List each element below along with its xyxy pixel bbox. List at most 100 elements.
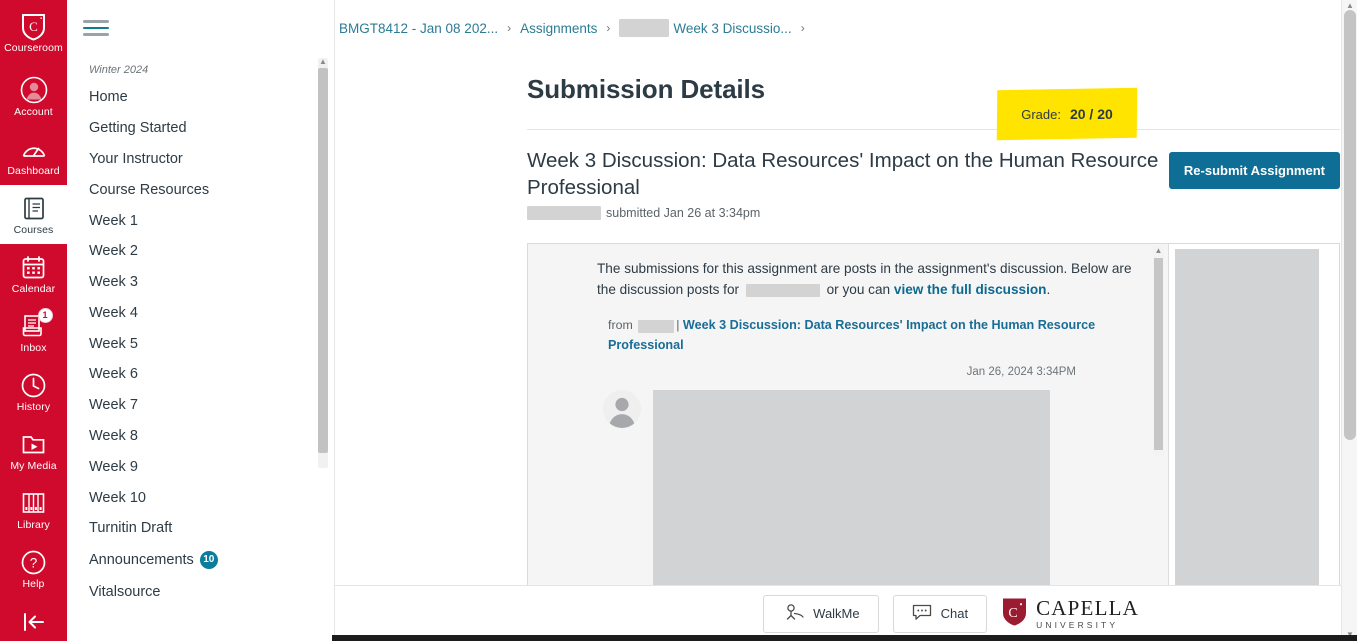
breadcrumb-item-assignment[interactable]: Week 3 Discussio... [673, 21, 791, 36]
course-nav-label: Vitalsource [89, 583, 161, 600]
breadcrumb-separator-icon: › [800, 21, 805, 35]
discussion-post-title-link[interactable]: Week 3 Discussion: Data Resources' Impac… [608, 318, 1095, 351]
redacted-block [527, 206, 601, 221]
submission-preview-frame: The submissions for this assignment are … [527, 243, 1340, 589]
global-nav-label: Help [22, 578, 45, 590]
walkme-button[interactable]: WalkMe [763, 594, 879, 633]
course-nav-item-week-1[interactable]: Week 1 [81, 205, 310, 236]
global-nav-item-my-media[interactable]: My Media [0, 421, 67, 480]
global-nav-item-inbox[interactable]: 1 Inbox [0, 303, 67, 362]
intro-end: . [1046, 282, 1051, 298]
browser-scrollbar-thumb[interactable] [1344, 10, 1356, 440]
breadcrumb-separator-icon: › [507, 21, 512, 35]
scroll-up-arrow-icon[interactable]: ▲ [318, 57, 328, 66]
global-nav-item-history[interactable]: History [0, 362, 67, 421]
course-nav-item-week-3[interactable]: Week 3 [81, 267, 310, 298]
divider [527, 129, 1340, 130]
course-nav-label: Week 3 [89, 274, 138, 291]
global-nav-item-library[interactable]: Library [0, 480, 67, 539]
course-nav-scrollbar[interactable]: ▲ [318, 57, 328, 468]
collapse-nav-icon[interactable] [0, 611, 67, 633]
course-nav-label: Week 5 [89, 335, 138, 352]
global-nav-label: Dashboard [7, 165, 60, 177]
resubmit-assignment-button[interactable]: Re-submit Assignment [1168, 152, 1340, 189]
course-nav-label: Turnitin Draft [89, 520, 173, 537]
global-nav-item-courseroom[interactable]: C Courseroom [0, 0, 67, 62]
course-nav-label: Week 2 [89, 243, 138, 260]
breadcrumb-item-course[interactable]: BMGT8412 - Jan 08 202... [339, 21, 498, 36]
global-nav-item-help[interactable]: ? Help [0, 539, 67, 598]
course-nav-item-course-resources[interactable]: Course Resources [81, 174, 310, 205]
discussion-panel: The submissions for this assignment are … [528, 244, 1169, 588]
course-nav-item-week-5[interactable]: Week 5 [81, 328, 310, 359]
course-nav-label: Week 6 [89, 366, 138, 383]
breadcrumb: BMGT8412 - Jan 08 202... › Assignments ›… [335, 0, 1357, 56]
clock-icon [20, 371, 48, 399]
scrollbar-thumb[interactable] [318, 68, 328, 453]
calendar-icon [20, 253, 48, 281]
submission-details-content: Submission Details Grade: 20 / 20 Week 3… [335, 56, 1357, 641]
course-nav-item-vitalsource[interactable]: Vitalsource [81, 577, 310, 608]
global-nav-label: Courseroom [4, 42, 63, 54]
global-nav-label: History [16, 401, 51, 413]
page-footer: WalkMe Chat C CAPELLA UNIVERSITY [335, 585, 1357, 641]
library-books-icon [20, 489, 48, 517]
svg-text:C: C [1008, 606, 1017, 621]
global-nav-item-courses[interactable]: Courses [0, 185, 67, 244]
scrollbar-thumb[interactable] [1154, 258, 1163, 451]
course-nav-item-week-8[interactable]: Week 8 [81, 421, 310, 452]
main-content: BMGT8412 - Jan 08 202... › Assignments ›… [335, 0, 1357, 641]
course-nav-item-week-6[interactable]: Week 6 [81, 359, 310, 390]
speedometer-icon [20, 135, 48, 163]
discussion-scrollbar[interactable]: ▲ [1153, 246, 1164, 457]
course-nav-item-week-10[interactable]: Week 10 [81, 482, 310, 513]
submission-intro: The submissions for this assignment are … [597, 258, 1132, 300]
announcements-count-badge: 10 [199, 551, 218, 570]
scroll-up-arrow-icon[interactable]: ▲ [1153, 246, 1164, 256]
redacted-block [619, 19, 670, 37]
assignment-title: Week 3 Discussion: Data Resources' Impac… [527, 149, 1159, 199]
global-nav-item-account[interactable]: Account [0, 62, 67, 126]
course-nav-label: Course Resources [89, 181, 210, 198]
browser-scrollbar[interactable]: ▲ ▼ [1341, 0, 1357, 641]
global-nav-label: Library [17, 519, 50, 531]
page-title: Submission Details [527, 74, 766, 104]
redacted-post-content [653, 389, 1050, 588]
grade-label: Grade: [1021, 106, 1061, 122]
course-nav-item-week-2[interactable]: Week 2 [81, 236, 310, 267]
breadcrumb-item-assignments[interactable]: Assignments [520, 21, 597, 36]
course-nav-label: Week 1 [89, 212, 138, 229]
question-circle-icon: ? [20, 548, 48, 576]
course-nav-label: Week 4 [89, 304, 138, 321]
chat-label: Chat [940, 606, 969, 621]
chat-bubble-icon [912, 604, 932, 624]
global-nav-item-dashboard[interactable]: Dashboard [0, 126, 67, 185]
course-nav-item-home[interactable]: Home [81, 82, 310, 113]
course-nav-item-announcements[interactable]: Announcements 10 [81, 544, 310, 577]
submitted-info: submitted Jan 26 at 3:34pm [527, 206, 1169, 221]
course-nav-topbar [67, 0, 334, 56]
course-nav-label: Week 9 [89, 458, 138, 475]
course-navigation: Winter 2024 Home Getting Started Your In… [67, 56, 334, 641]
view-full-discussion-link[interactable]: view the full discussion [894, 282, 1047, 297]
chat-button[interactable]: Chat [892, 594, 988, 633]
course-nav-item-week-4[interactable]: Week 4 [81, 297, 310, 328]
svg-text:C: C [29, 19, 38, 34]
course-nav-item-week-9[interactable]: Week 9 [81, 451, 310, 482]
course-nav-item-week-7[interactable]: Week 7 [81, 390, 310, 421]
side-panel [1169, 244, 1339, 588]
course-nav-item-turnitin-draft[interactable]: Turnitin Draft [81, 513, 310, 544]
redacted-side-content [1175, 249, 1319, 588]
course-nav-item-your-instructor[interactable]: Your Instructor [81, 144, 310, 175]
inbox-unread-badge: 1 [37, 308, 53, 323]
term-label: Winter 2024 [89, 64, 149, 76]
course-nav-item-getting-started[interactable]: Getting Started [81, 113, 310, 144]
redacted-block [638, 319, 675, 333]
scroll-up-arrow-icon[interactable]: ▲ [1342, 1, 1357, 10]
capella-subtitle: UNIVERSITY [1036, 619, 1119, 630]
hamburger-menu-icon[interactable] [83, 16, 109, 40]
global-nav-item-calendar[interactable]: Calendar [0, 244, 67, 303]
course-nav-label: Announcements [89, 552, 194, 569]
capella-shield-icon: C [1001, 597, 1028, 631]
global-nav-label: Calendar [11, 283, 56, 295]
